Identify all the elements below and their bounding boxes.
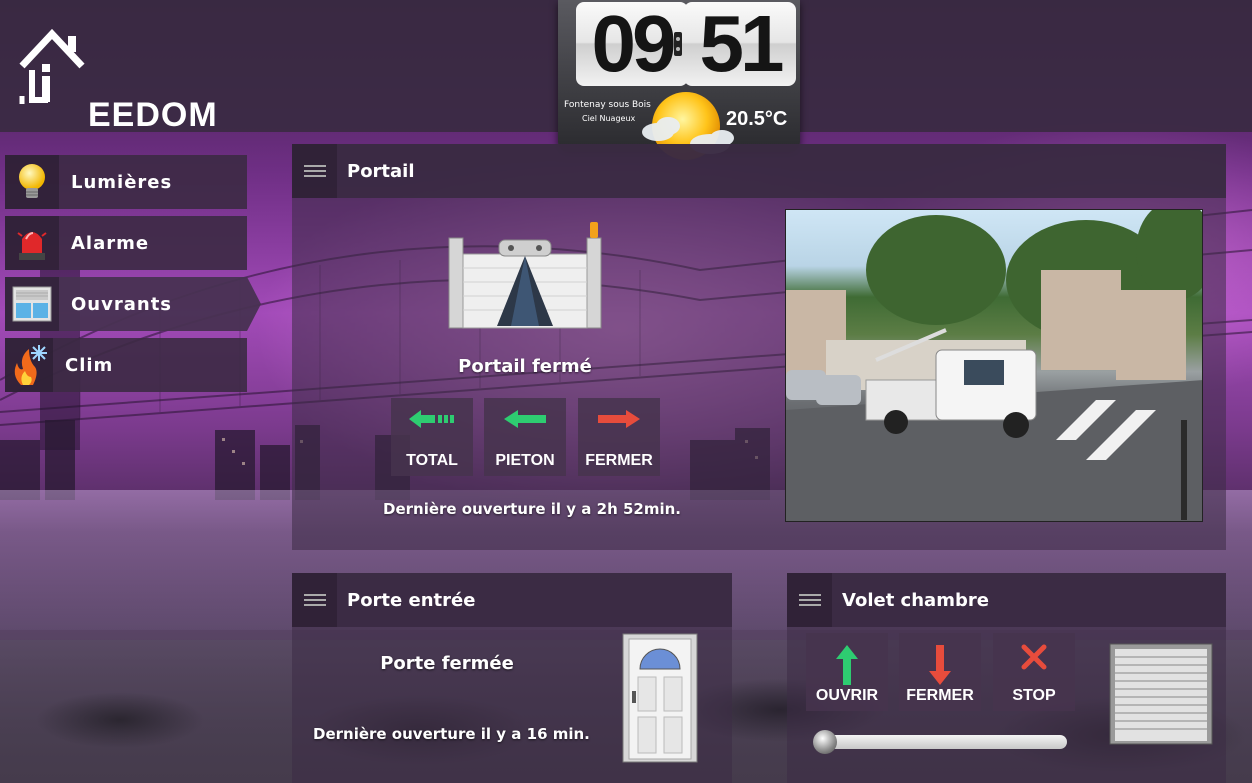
volet-stop-button[interactable]: STOP — [993, 633, 1075, 711]
sidebar-item-label: Ouvrants — [71, 293, 173, 315]
drag-handle-icon[interactable] — [292, 573, 337, 627]
arrow-left-dashed-icon — [409, 410, 454, 428]
sidebar-item-alarme[interactable]: Alarme — [5, 216, 247, 270]
camera-feed[interactable] — [785, 209, 1203, 522]
window-icon — [5, 277, 59, 331]
portail-fermer-button[interactable]: FERMER — [578, 398, 660, 476]
siren-icon — [5, 216, 59, 270]
porte-last-open: Dernière ouverture il y a 16 min. — [313, 725, 590, 743]
button-label: FERMER — [585, 452, 653, 469]
portail-last-open: Dernière ouverture il y a 2h 52min. — [383, 500, 681, 518]
portail-total-button[interactable]: TOTAL — [391, 398, 473, 476]
sidebar-item-label: Lumières — [71, 171, 173, 193]
door-icon — [622, 633, 698, 763]
panel-title: Porte entrée — [347, 589, 476, 611]
button-label: FERMER — [906, 687, 974, 704]
lightbulb-icon — [5, 155, 59, 209]
sidebar-item-label: Alarme — [71, 232, 150, 254]
volet-position-slider[interactable] — [813, 730, 1067, 754]
sidebar-nav: Lumières Alarme Ouvrants Clim — [5, 155, 261, 399]
button-label: STOP — [1012, 687, 1056, 704]
portail-pieton-button[interactable]: PIETON — [484, 398, 566, 476]
jeedom-logo[interactable]: EEDOM — [18, 26, 217, 134]
sidebar-item-label: Clim — [65, 354, 114, 376]
close-icon — [1021, 644, 1047, 670]
porte-status: Porte fermée — [380, 653, 514, 674]
button-label: TOTAL — [406, 452, 458, 469]
fire-snow-icon — [5, 338, 53, 392]
panel-title: Portail — [347, 160, 415, 182]
arrow-left-icon — [504, 410, 546, 428]
weather-temperature: 20.5°C — [726, 108, 788, 130]
arrow-right-icon — [598, 410, 640, 428]
panel-header: Porte entrée — [292, 573, 732, 627]
shutter-icon — [1109, 643, 1213, 745]
button-label: OUVRIR — [815, 687, 879, 704]
clock-hours: 09 — [576, 2, 688, 86]
clock-minutes: 51 — [684, 2, 796, 86]
button-label: PIETON — [495, 452, 555, 469]
panel-header: Portail — [292, 144, 1226, 198]
sidebar-item-lumieres[interactable]: Lumières — [5, 155, 247, 209]
camera-image — [786, 210, 1202, 521]
drag-handle-icon[interactable] — [292, 144, 337, 198]
volet-fermer-button[interactable]: FERMER — [899, 633, 981, 711]
panel-header: Volet chambre — [787, 573, 1226, 627]
weather-condition: Ciel Nuageux — [582, 114, 636, 123]
portail-status: Portail fermé — [458, 356, 592, 377]
gate-icon — [448, 222, 602, 329]
arrow-up-icon — [836, 645, 858, 685]
slider-handle[interactable] — [813, 730, 837, 754]
house-logo-icon — [19, 28, 85, 104]
volet-chambre-panel: Volet chambre OUVRIR FERMER STOP — [787, 573, 1226, 783]
sidebar-item-ouvrants[interactable]: Ouvrants — [5, 277, 261, 331]
drag-handle-icon[interactable] — [787, 573, 832, 627]
clock-colon — [674, 32, 682, 56]
panel-title: Volet chambre — [842, 589, 989, 611]
arrow-down-icon — [929, 645, 951, 685]
volet-ouvrir-button[interactable]: OUVRIR — [806, 633, 888, 711]
portail-panel: Portail Portail fermé TOTAL PIETON FERME… — [292, 144, 1226, 550]
sidebar-item-clim[interactable]: Clim — [5, 338, 247, 392]
logo-text: EEDOM — [88, 96, 218, 134]
porte-entree-panel: Porte entrée Porte fermée Dernière ouver… — [292, 573, 732, 783]
weather-city: Fontenay sous Bois — [564, 100, 651, 110]
clock-weather-widget: 09 51 Fontenay sous Bois Ciel Nuageux 20… — [558, 0, 800, 160]
